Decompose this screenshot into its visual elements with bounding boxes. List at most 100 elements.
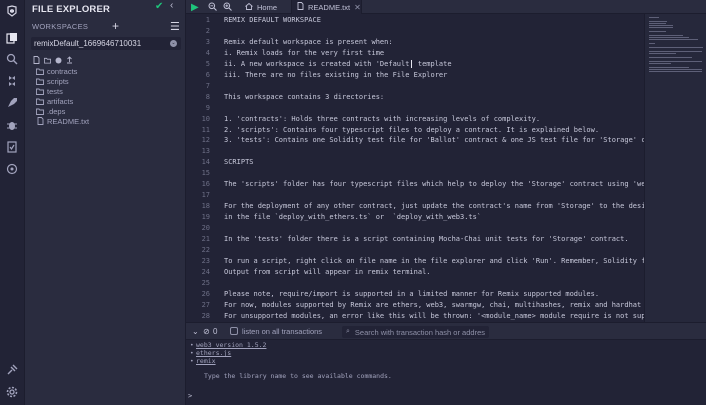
terminal-output[interactable]: • web3 version 1.5.2 • ethers.js • remix… bbox=[186, 340, 706, 405]
terminal-hint: Type the library name to see available c… bbox=[204, 372, 392, 380]
tree-item-label: .deps bbox=[47, 106, 66, 116]
code-line[interactable]: To run a script, right click on file nam… bbox=[224, 257, 644, 265]
upload-file-icon[interactable] bbox=[66, 56, 73, 64]
minimap-line bbox=[649, 17, 660, 18]
line-number: 7 bbox=[205, 81, 210, 90]
tree-item-deps[interactable]: .deps bbox=[36, 106, 176, 116]
pending-tx-count: 0 bbox=[213, 327, 218, 336]
minimap-line bbox=[649, 53, 677, 54]
code-line[interactable]: SCRIPTS bbox=[224, 158, 254, 166]
code-editor[interactable]: 1 2 3 4 5 6 7 8 9 10 11 12 13 14 15 16 17 18 19 20 21 22 23 24 2… bbox=[186, 14, 644, 322]
text-cursor bbox=[411, 59, 412, 68]
code-line[interactable]: The 'scripts' folder has four typescript… bbox=[224, 180, 644, 188]
terminal-link-ethers[interactable]: ethers.js bbox=[196, 349, 231, 357]
workspaces-row: WORKSPACES + ☰ bbox=[32, 19, 182, 34]
new-file-icon[interactable] bbox=[33, 56, 40, 64]
line-number: 6 bbox=[205, 70, 210, 79]
minimap-line bbox=[649, 51, 703, 52]
chevron-left-icon[interactable]: ‹ bbox=[170, 0, 173, 11]
transaction-search-input[interactable] bbox=[354, 327, 485, 337]
line-number: 26 bbox=[201, 289, 210, 298]
code-line[interactable]: Output from script will appear in remix … bbox=[224, 268, 431, 276]
tab-home[interactable]: Home bbox=[240, 0, 292, 14]
code-line[interactable]: Please note, require/import is supported… bbox=[224, 290, 599, 298]
bullet: • bbox=[190, 358, 194, 365]
minimap-line bbox=[649, 67, 690, 68]
code-line[interactable]: This workspace contains 3 directories: bbox=[224, 93, 384, 101]
solidity-compiler-icon[interactable] bbox=[5, 74, 19, 88]
file-explorer-icon[interactable] bbox=[5, 31, 19, 45]
code-line[interactable]: ii. A new workspace is created with 'Def… bbox=[224, 60, 452, 68]
line-number: 14 bbox=[201, 158, 210, 167]
minimap-line bbox=[649, 71, 703, 72]
remix-logo-icon[interactable] bbox=[5, 4, 19, 18]
folder-icon bbox=[36, 68, 44, 75]
tree-item-scripts[interactable]: scripts bbox=[36, 76, 176, 86]
line-number: 28 bbox=[201, 311, 210, 320]
search-icon: ⌕ bbox=[346, 328, 350, 335]
terminal-link-remix[interactable]: remix bbox=[196, 357, 216, 365]
code-line[interactable]: Remix default workspace is present when: bbox=[224, 38, 393, 46]
run-script-icon[interactable]: ▶ bbox=[191, 2, 199, 13]
terminal-prompt[interactable]: > bbox=[188, 392, 192, 400]
line-number: 8 bbox=[205, 92, 210, 101]
minimap-line bbox=[649, 37, 690, 38]
code-line[interactable]: 3. 'tests': Contains one Solidity test f… bbox=[224, 136, 644, 144]
line-number: 27 bbox=[201, 300, 210, 309]
line-number: 4 bbox=[205, 48, 210, 57]
plugin-connect-icon[interactable] bbox=[5, 363, 19, 377]
line-number: 25 bbox=[201, 278, 210, 287]
code-line[interactable]: In the 'tests' folder there is a script … bbox=[224, 235, 629, 243]
close-icon[interactable]: ✕ bbox=[354, 3, 361, 12]
line-number: 5 bbox=[205, 59, 210, 68]
code-line[interactable]: i. Remix loads for the very first time bbox=[224, 49, 384, 57]
code-line[interactable]: REMIX DEFAULT WORKSPACE bbox=[224, 16, 321, 24]
publish-gist-icon[interactable] bbox=[55, 56, 62, 64]
panel-title: FILE EXPLORER bbox=[32, 3, 111, 15]
zoom-in-icon[interactable] bbox=[223, 2, 232, 13]
deploy-run-icon[interactable] bbox=[5, 96, 19, 110]
add-workspace-icon[interactable]: + bbox=[112, 19, 119, 33]
search-icon[interactable] bbox=[5, 52, 19, 66]
terminal-link-web3[interactable]: web3 version 1.5.2 bbox=[196, 341, 266, 349]
code-line[interactable]: 2. 'scripts': Contains four typescript f… bbox=[224, 126, 599, 134]
debugger-icon[interactable] bbox=[5, 118, 19, 132]
tab-label: Home bbox=[257, 2, 278, 12]
listen-toggle[interactable] bbox=[230, 327, 238, 335]
clear-icon[interactable]: ⊘ bbox=[203, 327, 210, 336]
code-line[interactable]: iii. There are no files existing in the … bbox=[224, 71, 447, 79]
tree-item-label: tests bbox=[47, 86, 63, 96]
line-number: 9 bbox=[205, 103, 210, 112]
unit-testing-icon[interactable] bbox=[5, 140, 19, 154]
code-line[interactable]: For now, modules supported by Remix are … bbox=[224, 301, 644, 309]
workspaces-label: WORKSPACES bbox=[32, 22, 89, 31]
workspace-select[interactable]: remixDefault_1669646710031 ⌄ bbox=[31, 37, 181, 50]
code-line[interactable]: For unsupported modules, an error like t… bbox=[224, 312, 644, 320]
file-icon bbox=[36, 117, 44, 125]
line-number: 2 bbox=[205, 26, 210, 35]
chevron-down-icon[interactable]: ⌄ bbox=[192, 327, 199, 336]
minimap-line bbox=[649, 63, 672, 64]
plugin-manager-icon[interactable] bbox=[5, 162, 19, 176]
minimap-line bbox=[649, 21, 667, 22]
hamburger-menu-icon[interactable]: ☰ bbox=[170, 20, 180, 33]
zoom-out-icon[interactable] bbox=[208, 2, 217, 13]
line-number: 19 bbox=[201, 213, 210, 222]
line-number: 23 bbox=[201, 256, 210, 265]
transaction-search[interactable]: ⌕ bbox=[342, 326, 489, 338]
minimap-line bbox=[649, 39, 698, 40]
code-line[interactable]: 1. 'contracts': Holds three contracts wi… bbox=[224, 115, 540, 123]
new-folder-icon[interactable] bbox=[44, 56, 51, 64]
tab-readme[interactable]: README.txt ✕ bbox=[292, 0, 362, 14]
tree-item-readme[interactable]: README.txt bbox=[36, 116, 176, 126]
tree-item-tests[interactable]: tests bbox=[36, 86, 176, 96]
code-line[interactable]: in the file `deploy_with_ethers.ts` or `… bbox=[224, 213, 481, 221]
tree-item-artifacts[interactable]: artifacts bbox=[36, 96, 176, 106]
minimap[interactable] bbox=[644, 14, 706, 322]
tree-item-contracts[interactable]: contracts bbox=[36, 66, 176, 76]
line-number: 1 bbox=[205, 16, 210, 24]
settings-icon[interactable] bbox=[5, 385, 19, 399]
minimap-line bbox=[649, 23, 667, 24]
code-line[interactable]: For the deployment of any other contract… bbox=[224, 202, 644, 210]
minimap-line bbox=[649, 43, 655, 44]
